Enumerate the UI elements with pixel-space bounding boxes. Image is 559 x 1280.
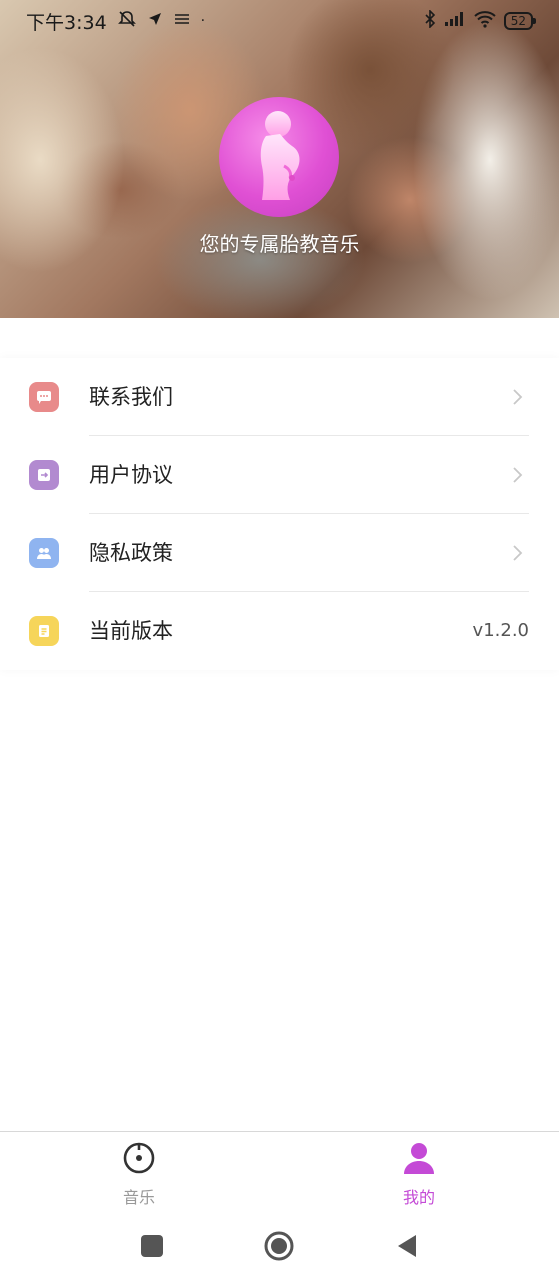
wifi-icon [474,10,496,32]
navigation-icon [147,10,163,32]
square-icon [141,1235,163,1257]
document-icon [29,616,59,646]
home-button[interactable] [263,1230,295,1262]
bluetooth-icon [424,9,436,32]
user-icon [404,1143,434,1174]
menu-item-current-version[interactable]: 当前版本 v1.2.0 [0,592,559,670]
menu-item-label: 当前版本 [89,619,173,643]
pregnant-woman-icon [260,111,300,200]
signal-icon [444,11,466,31]
circle-icon [264,1231,294,1261]
version-value: v1.2.0 [472,620,529,641]
music-disc-icon [123,1142,155,1174]
chevron-right-icon [513,389,523,405]
tab-label: 我的 [402,1188,435,1207]
tab-label: 音乐 [122,1188,155,1207]
menu-item-label: 用户协议 [89,463,173,487]
hero-slogan: 您的专属胎教音乐 [199,232,360,256]
battery-icon: 52 [503,12,537,30]
logo-avatar [219,97,339,217]
chevron-right-icon [513,545,523,561]
system-navigation-bar [0,1217,559,1280]
menu-item-privacy-policy[interactable]: 隐私政策 [0,514,559,592]
chat-bubble-icon [29,382,59,412]
menu-item-user-agreement[interactable]: 用户协议 [0,436,559,514]
muted-notification-icon [117,9,137,34]
triangle-back-icon [398,1235,416,1257]
menu-item-contact-us[interactable]: 联系我们 [0,358,559,436]
tab-mine[interactable]: 我的 [369,1140,469,1212]
users-icon [29,538,59,568]
menu-item-label: 隐私政策 [89,541,173,565]
agreement-icon [29,460,59,490]
settings-menu: 联系我们 用户协议 隐私政策 当前版本 v1.2.0 [0,358,559,670]
status-time: 下午3:34 [26,11,107,34]
status-bar: 下午3:34 · 52 [0,0,559,42]
menu-item-label: 联系我们 [89,385,173,409]
hero-banner: 下午3:34 · 52 您的专属胎教音乐 [0,0,559,318]
back-button[interactable] [391,1230,423,1262]
bottom-tab-bar: 音乐 我的 [0,1131,559,1218]
recents-button[interactable] [136,1230,168,1262]
vibrate-icon [173,10,191,32]
tab-music[interactable]: 音乐 [89,1140,189,1212]
more-status-icon: · [200,13,206,29]
chevron-right-icon [513,467,523,483]
